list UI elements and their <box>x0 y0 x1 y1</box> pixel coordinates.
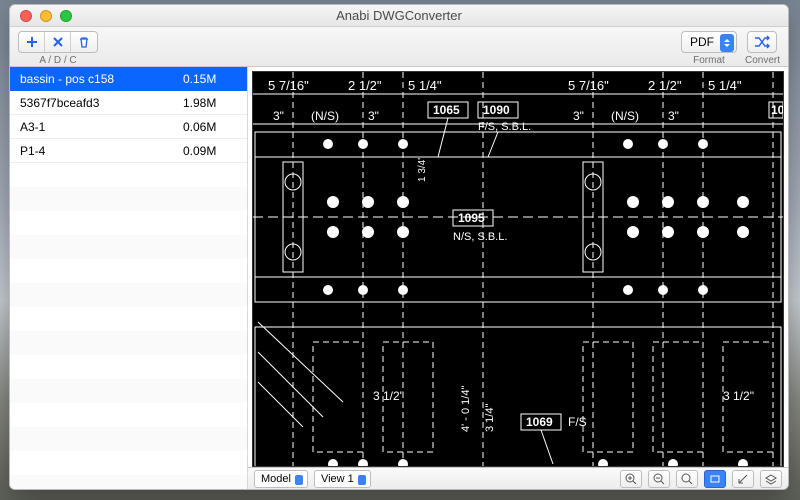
zoom-out-icon <box>653 473 665 485</box>
window-title: Anabi DWGConverter <box>10 8 788 23</box>
measure-icon <box>737 473 749 485</box>
file-name: 5367f7bceafd3 <box>20 96 183 110</box>
svg-text:3 1/4": 3 1/4" <box>484 404 496 432</box>
svg-text:10: 10 <box>771 103 783 117</box>
svg-text:(N/S): (N/S) <box>311 109 339 123</box>
file-size: 0.15M <box>183 72 237 86</box>
trash-icon <box>78 36 90 48</box>
svg-text:1095: 1095 <box>458 211 485 225</box>
svg-text:1065: 1065 <box>433 103 460 117</box>
svg-text:3": 3" <box>273 109 284 123</box>
svg-text:3": 3" <box>573 109 584 123</box>
drawing-panel: 5 7/16" 2 1/2" 5 1/4" 5 7/16" 2 1/2" 5 1… <box>248 67 788 489</box>
svg-text:5 7/16": 5 7/16" <box>568 78 609 93</box>
file-size: 1.98M <box>183 96 237 110</box>
file-name: A3-1 <box>20 120 183 134</box>
add-file-button[interactable] <box>19 32 45 52</box>
format-select[interactable]: PDF <box>681 31 737 53</box>
pan-button[interactable] <box>704 470 726 488</box>
cad-drawing: 5 7/16" 2 1/2" 5 1/4" 5 7/16" 2 1/2" 5 1… <box>253 72 783 467</box>
file-list-empty-area <box>10 163 247 489</box>
svg-text:5 1/4": 5 1/4" <box>408 78 442 93</box>
shuffle-icon <box>754 35 770 49</box>
file-size: 0.06M <box>183 120 237 134</box>
svg-text:5 1/4": 5 1/4" <box>708 78 742 93</box>
file-name: P1-4 <box>20 144 183 158</box>
drawing-viewport[interactable]: 5 7/16" 2 1/2" 5 1/4" 5 7/16" 2 1/2" 5 1… <box>252 71 784 467</box>
titlebar: Anabi DWGConverter <box>10 5 788 27</box>
view-select[interactable]: View 1 <box>314 470 371 488</box>
svg-text:N/S, S.B.L.: N/S, S.B.L. <box>453 231 507 243</box>
svg-text:3": 3" <box>668 109 679 123</box>
zoom-fit-button[interactable] <box>676 470 698 488</box>
space-select[interactable]: Model <box>254 470 308 488</box>
zoom-fit-icon <box>681 473 693 485</box>
svg-text:2 1/2": 2 1/2" <box>348 78 382 93</box>
toolbar: A / D / C PDF Format Convert <box>10 27 788 67</box>
svg-text:1069: 1069 <box>526 415 553 429</box>
svg-text:F/S, S.B.L.: F/S, S.B.L. <box>478 121 531 133</box>
x-icon <box>52 36 64 48</box>
format-value: PDF <box>690 35 714 49</box>
chevron-up-down-icon <box>720 34 734 52</box>
pan-icon <box>709 473 721 485</box>
file-name: bassin - pos c158 <box>20 72 183 86</box>
convert-button[interactable] <box>747 31 777 53</box>
layers-button[interactable] <box>760 470 782 488</box>
delete-file-button[interactable] <box>45 32 71 52</box>
viewport-toolbar: Model View 1 <box>248 467 788 489</box>
file-row[interactable]: 5367f7bceafd31.98M <box>10 91 247 115</box>
layers-icon <box>765 473 777 485</box>
svg-text:1 3/4": 1 3/4" <box>417 156 428 182</box>
svg-text:3 1/2": 3 1/2" <box>373 389 404 403</box>
file-actions-segment <box>18 31 98 53</box>
format-label: Format <box>693 55 725 66</box>
svg-text:3": 3" <box>368 109 379 123</box>
svg-text:4' - 0 1/4": 4' - 0 1/4" <box>460 386 472 432</box>
svg-text:(N/S): (N/S) <box>611 109 639 123</box>
zoom-in-icon <box>625 473 637 485</box>
measure-button[interactable] <box>732 470 754 488</box>
convert-label: Convert <box>745 55 780 66</box>
app-window: Anabi DWGConverter A / D / C PDF <box>9 4 789 490</box>
file-size: 0.09M <box>183 144 237 158</box>
zoom-out-button[interactable] <box>648 470 670 488</box>
svg-text:2 1/2": 2 1/2" <box>648 78 682 93</box>
clear-files-button[interactable] <box>71 32 97 52</box>
svg-text:1090: 1090 <box>483 103 510 117</box>
file-row[interactable]: A3-10.06M <box>10 115 247 139</box>
svg-text:3 1/2": 3 1/2" <box>723 389 754 403</box>
file-list: bassin - pos c1580.15M5367f7bceafd31.98M… <box>10 67 248 489</box>
file-actions-label: A / D / C <box>39 55 76 66</box>
svg-text:5 7/16": 5 7/16" <box>268 78 309 93</box>
svg-text:F/S: F/S <box>568 415 587 429</box>
plus-icon <box>26 36 38 48</box>
zoom-in-button[interactable] <box>620 470 642 488</box>
file-row[interactable]: P1-40.09M <box>10 139 247 163</box>
file-row[interactable]: bassin - pos c1580.15M <box>10 67 247 91</box>
